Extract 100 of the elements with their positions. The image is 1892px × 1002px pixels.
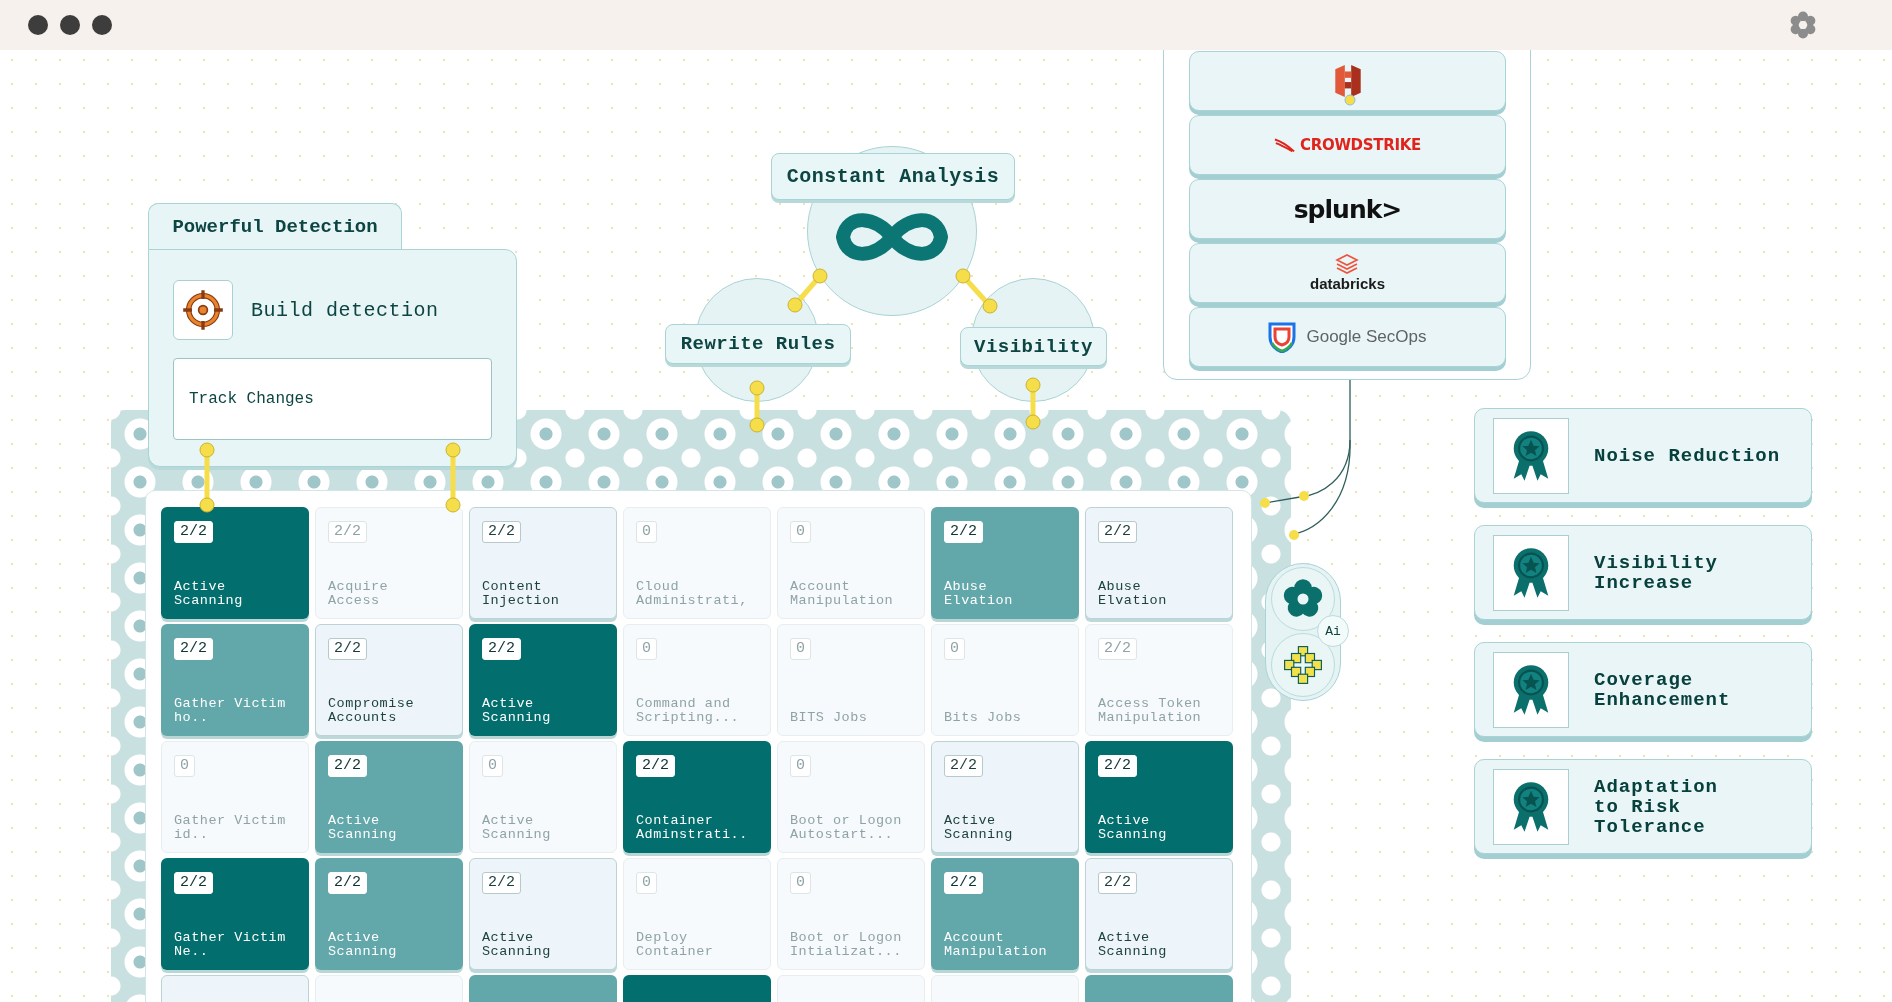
count-badge: 2/2	[1098, 521, 1137, 543]
technique-label: Active Scanning	[944, 814, 1014, 842]
technique-label: Access Token Manipulation	[1098, 697, 1203, 725]
technique-label: Gather Victim ho..	[174, 697, 287, 725]
connector-pin	[1025, 377, 1041, 430]
technique-label: Active Scanning	[482, 697, 552, 725]
connector-dot	[1344, 94, 1356, 106]
technique-cell[interactable]: 2/2 Account Manipulation	[931, 858, 1079, 970]
count-badge: 2/2	[482, 638, 521, 660]
count-badge: 0	[636, 638, 657, 660]
target-icon	[173, 280, 233, 340]
count-badge: 0	[944, 638, 965, 660]
count-badge: 2/2	[944, 872, 983, 894]
technique-label: Active Scanning	[328, 814, 398, 842]
count-badge: 0	[636, 521, 657, 543]
technique-label: Abuse Elvation	[1098, 580, 1168, 608]
outcome-label: Adaptation to Risk Tolerance	[1594, 776, 1719, 837]
technique-cell[interactable]: 2/2 Abuse Elvation	[931, 507, 1079, 619]
connector-pin	[199, 442, 215, 513]
databricks-logo: databricks	[1309, 275, 1385, 292]
outcome-label: Coverage Enhancement	[1594, 669, 1731, 710]
technique-label: Boot or Logon Intializat...	[790, 931, 903, 959]
technique-cell[interactable]: 2/2 Active Scanning	[469, 858, 617, 970]
count-badge: 0	[790, 521, 811, 543]
technique-cell[interactable]: 2/2 Active Scanning	[315, 741, 463, 853]
connector-pin	[787, 268, 828, 313]
cubes-icon	[1271, 633, 1335, 697]
crowdstrike-logo: CROWDSTRIKE	[1299, 136, 1421, 154]
branch-label: Rewrite Rules	[665, 324, 851, 364]
technique-cell[interactable]: 2/2 Compromise Accounts	[315, 624, 463, 736]
connector-pin	[445, 442, 461, 513]
window-control[interactable]	[92, 15, 112, 35]
technique-label: Compromise Accounts	[328, 697, 415, 725]
count-badge: 2/2	[482, 872, 521, 894]
technique-label: Gather Victim id..	[174, 814, 287, 842]
technique-label: Gather Victim Ne..	[174, 931, 287, 959]
count-badge: 0	[174, 755, 195, 777]
window-control[interactable]	[60, 15, 80, 35]
count-badge: 0	[482, 755, 503, 777]
section-title: Powerful Detection	[148, 203, 402, 249]
input-field[interactable]: Track Changes	[173, 358, 492, 440]
settings-icon[interactable]	[1788, 10, 1818, 40]
technique-label: Boot or Logon Autostart...	[790, 814, 903, 842]
window-control[interactable]	[28, 15, 48, 35]
technique-cell[interactable]: 2/2 Gather Victim Ne..	[161, 858, 309, 970]
count-badge: 2/2	[944, 521, 983, 543]
technique-cell[interactable]: 2/2 Active Scanning	[931, 741, 1079, 853]
technique-label: Active Scanning	[1098, 931, 1168, 959]
technique-label: BITS Jobs	[790, 711, 868, 725]
count-badge: 2/2	[1098, 755, 1137, 777]
technique-cell[interactable]: 2/2 Active Scanning	[315, 858, 463, 970]
technique-label: Active Scanning	[328, 931, 398, 959]
technique-cell[interactable]: 2/2 Gather Victim ho..	[161, 624, 309, 736]
connector-pin	[749, 380, 765, 433]
count-badge: 0	[790, 872, 811, 894]
google-secops-logo: Google SecOps	[1306, 327, 1427, 347]
award-ribbon-icon	[1493, 534, 1569, 611]
technique-label: Cloud Administrati,	[636, 580, 749, 608]
shield-icon	[1268, 321, 1297, 353]
technique-cell[interactable]: 2/2 Container Adminstrati..	[623, 741, 771, 853]
technique-cell[interactable]: 2/2 Active Scanning	[469, 624, 617, 736]
technique-label: Acquire Access	[328, 580, 390, 608]
swoosh-icon	[1273, 137, 1296, 153]
technique-cell[interactable]: 2/2 Active Scanning	[161, 507, 309, 619]
count-badge: 0	[636, 872, 657, 894]
count-badge: 2/2	[1098, 872, 1137, 894]
technique-label: Active Scanning	[482, 814, 552, 842]
count-badge: 2/2	[944, 755, 983, 777]
technique-cell[interactable]: 2/2 Active Scanning	[1085, 858, 1233, 970]
award-ribbon-icon	[1493, 651, 1569, 728]
technique-label: Active Scanning	[174, 580, 244, 608]
technique-label: Bits Jobs	[944, 711, 1022, 725]
count-badge: 0	[790, 755, 811, 777]
splunk-logo: splunk>	[1293, 194, 1402, 224]
count-badge: 2/2	[636, 755, 675, 777]
count-badge: 0	[790, 638, 811, 660]
analysis-title: Constant Analysis	[771, 153, 1015, 200]
count-badge: 2/2	[174, 638, 213, 660]
stack-icon	[1335, 254, 1360, 274]
count-badge: 2/2	[328, 521, 367, 543]
outcome-label: Noise Reduction	[1594, 445, 1781, 466]
technique-label: Abuse Elvation	[944, 580, 1014, 608]
count-badge: 2/2	[328, 755, 367, 777]
technique-label: Deploy Container	[636, 931, 715, 959]
technique-label: Command and Scripting...	[636, 697, 741, 725]
count-badge: 2/2	[1098, 638, 1137, 660]
technique-cell[interactable]: 2/2 Active Scanning	[1085, 741, 1233, 853]
technique-cell[interactable]: 2/2 Content Injection	[469, 507, 617, 619]
count-badge: 2/2	[482, 521, 521, 543]
technique-label: Account Manipulation	[790, 580, 895, 608]
technique-label: Container Adminstrati..	[636, 814, 749, 842]
connector-pin	[955, 268, 998, 314]
technique-cell[interactable]: 2/2 Abuse Elvation	[1085, 507, 1233, 619]
build-detection-label: Build detection	[251, 298, 439, 322]
technique-label: Account Manipulation	[944, 931, 1049, 959]
award-ribbon-icon	[1493, 768, 1569, 845]
technique-label: Active Scanning	[1098, 814, 1168, 842]
technique-label: Content Injection	[482, 580, 561, 608]
technique-label: Active Scanning	[482, 931, 552, 959]
count-badge: 2/2	[174, 521, 213, 543]
